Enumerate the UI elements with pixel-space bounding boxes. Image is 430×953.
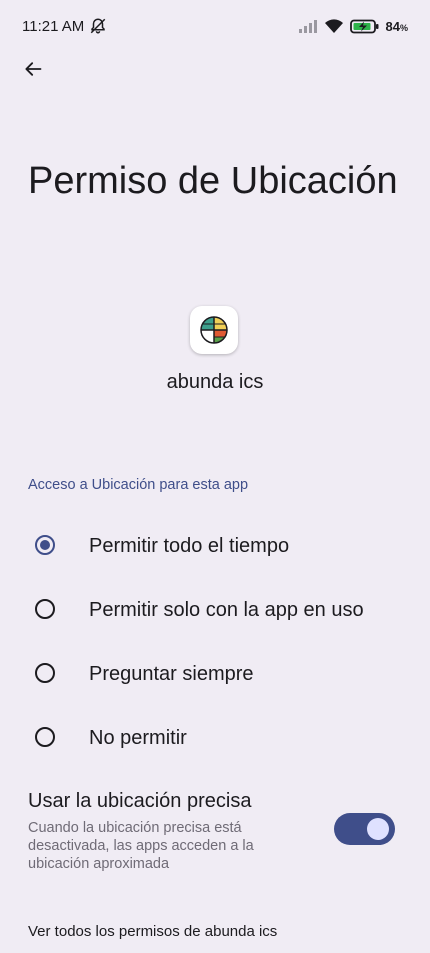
page-title: Permiso de Ubicación: [28, 160, 398, 202]
wifi-icon: [324, 18, 343, 33]
radio-option-ask-always[interactable]: Preguntar siempre: [0, 641, 430, 705]
signal-icon: [298, 20, 317, 33]
radio-selected-icon: [35, 535, 55, 555]
precise-location-title: Usar la ubicación precisa: [28, 790, 252, 812]
back-button[interactable]: [19, 55, 47, 83]
battery-charging-icon: [349, 19, 379, 33]
radio-label: Permitir todo el tiempo: [89, 535, 290, 557]
radio-unselected-icon: [35, 599, 55, 619]
app-name: abunda ics: [166, 371, 264, 393]
precise-location-description: Cuando la ubicación precisa está desacti…: [28, 820, 254, 872]
all-permissions-link[interactable]: Ver todos los permisos de abunda ics: [28, 923, 277, 940]
precise-location-toggle[interactable]: [334, 813, 395, 845]
notifications-off-icon: [90, 18, 106, 34]
status-bar: 11:21 AM 84%: [0, 0, 430, 52]
status-time: 11:21 AM: [22, 18, 85, 35]
app-logo-icon: [190, 306, 238, 354]
section-header: Acceso a Ubicación para esta app: [28, 477, 249, 493]
radio-unselected-icon: [35, 663, 55, 683]
toggle-thumb: [367, 818, 389, 840]
battery-percent: 84%: [385, 18, 408, 34]
radio-option-deny[interactable]: No permitir: [0, 705, 430, 769]
radio-label: Permitir solo con la app en uso: [89, 599, 364, 621]
arrow-back-icon: [25, 62, 42, 76]
radio-unselected-icon: [35, 727, 55, 747]
radio-label: Preguntar siempre: [89, 663, 254, 685]
radio-option-allow-while-in-use[interactable]: Permitir solo con la app en uso: [0, 577, 430, 641]
radio-label: No permitir: [89, 727, 187, 749]
radio-option-allow-all-the-time[interactable]: Permitir todo el tiempo: [0, 513, 430, 577]
status-icons: 84%: [298, 17, 408, 35]
